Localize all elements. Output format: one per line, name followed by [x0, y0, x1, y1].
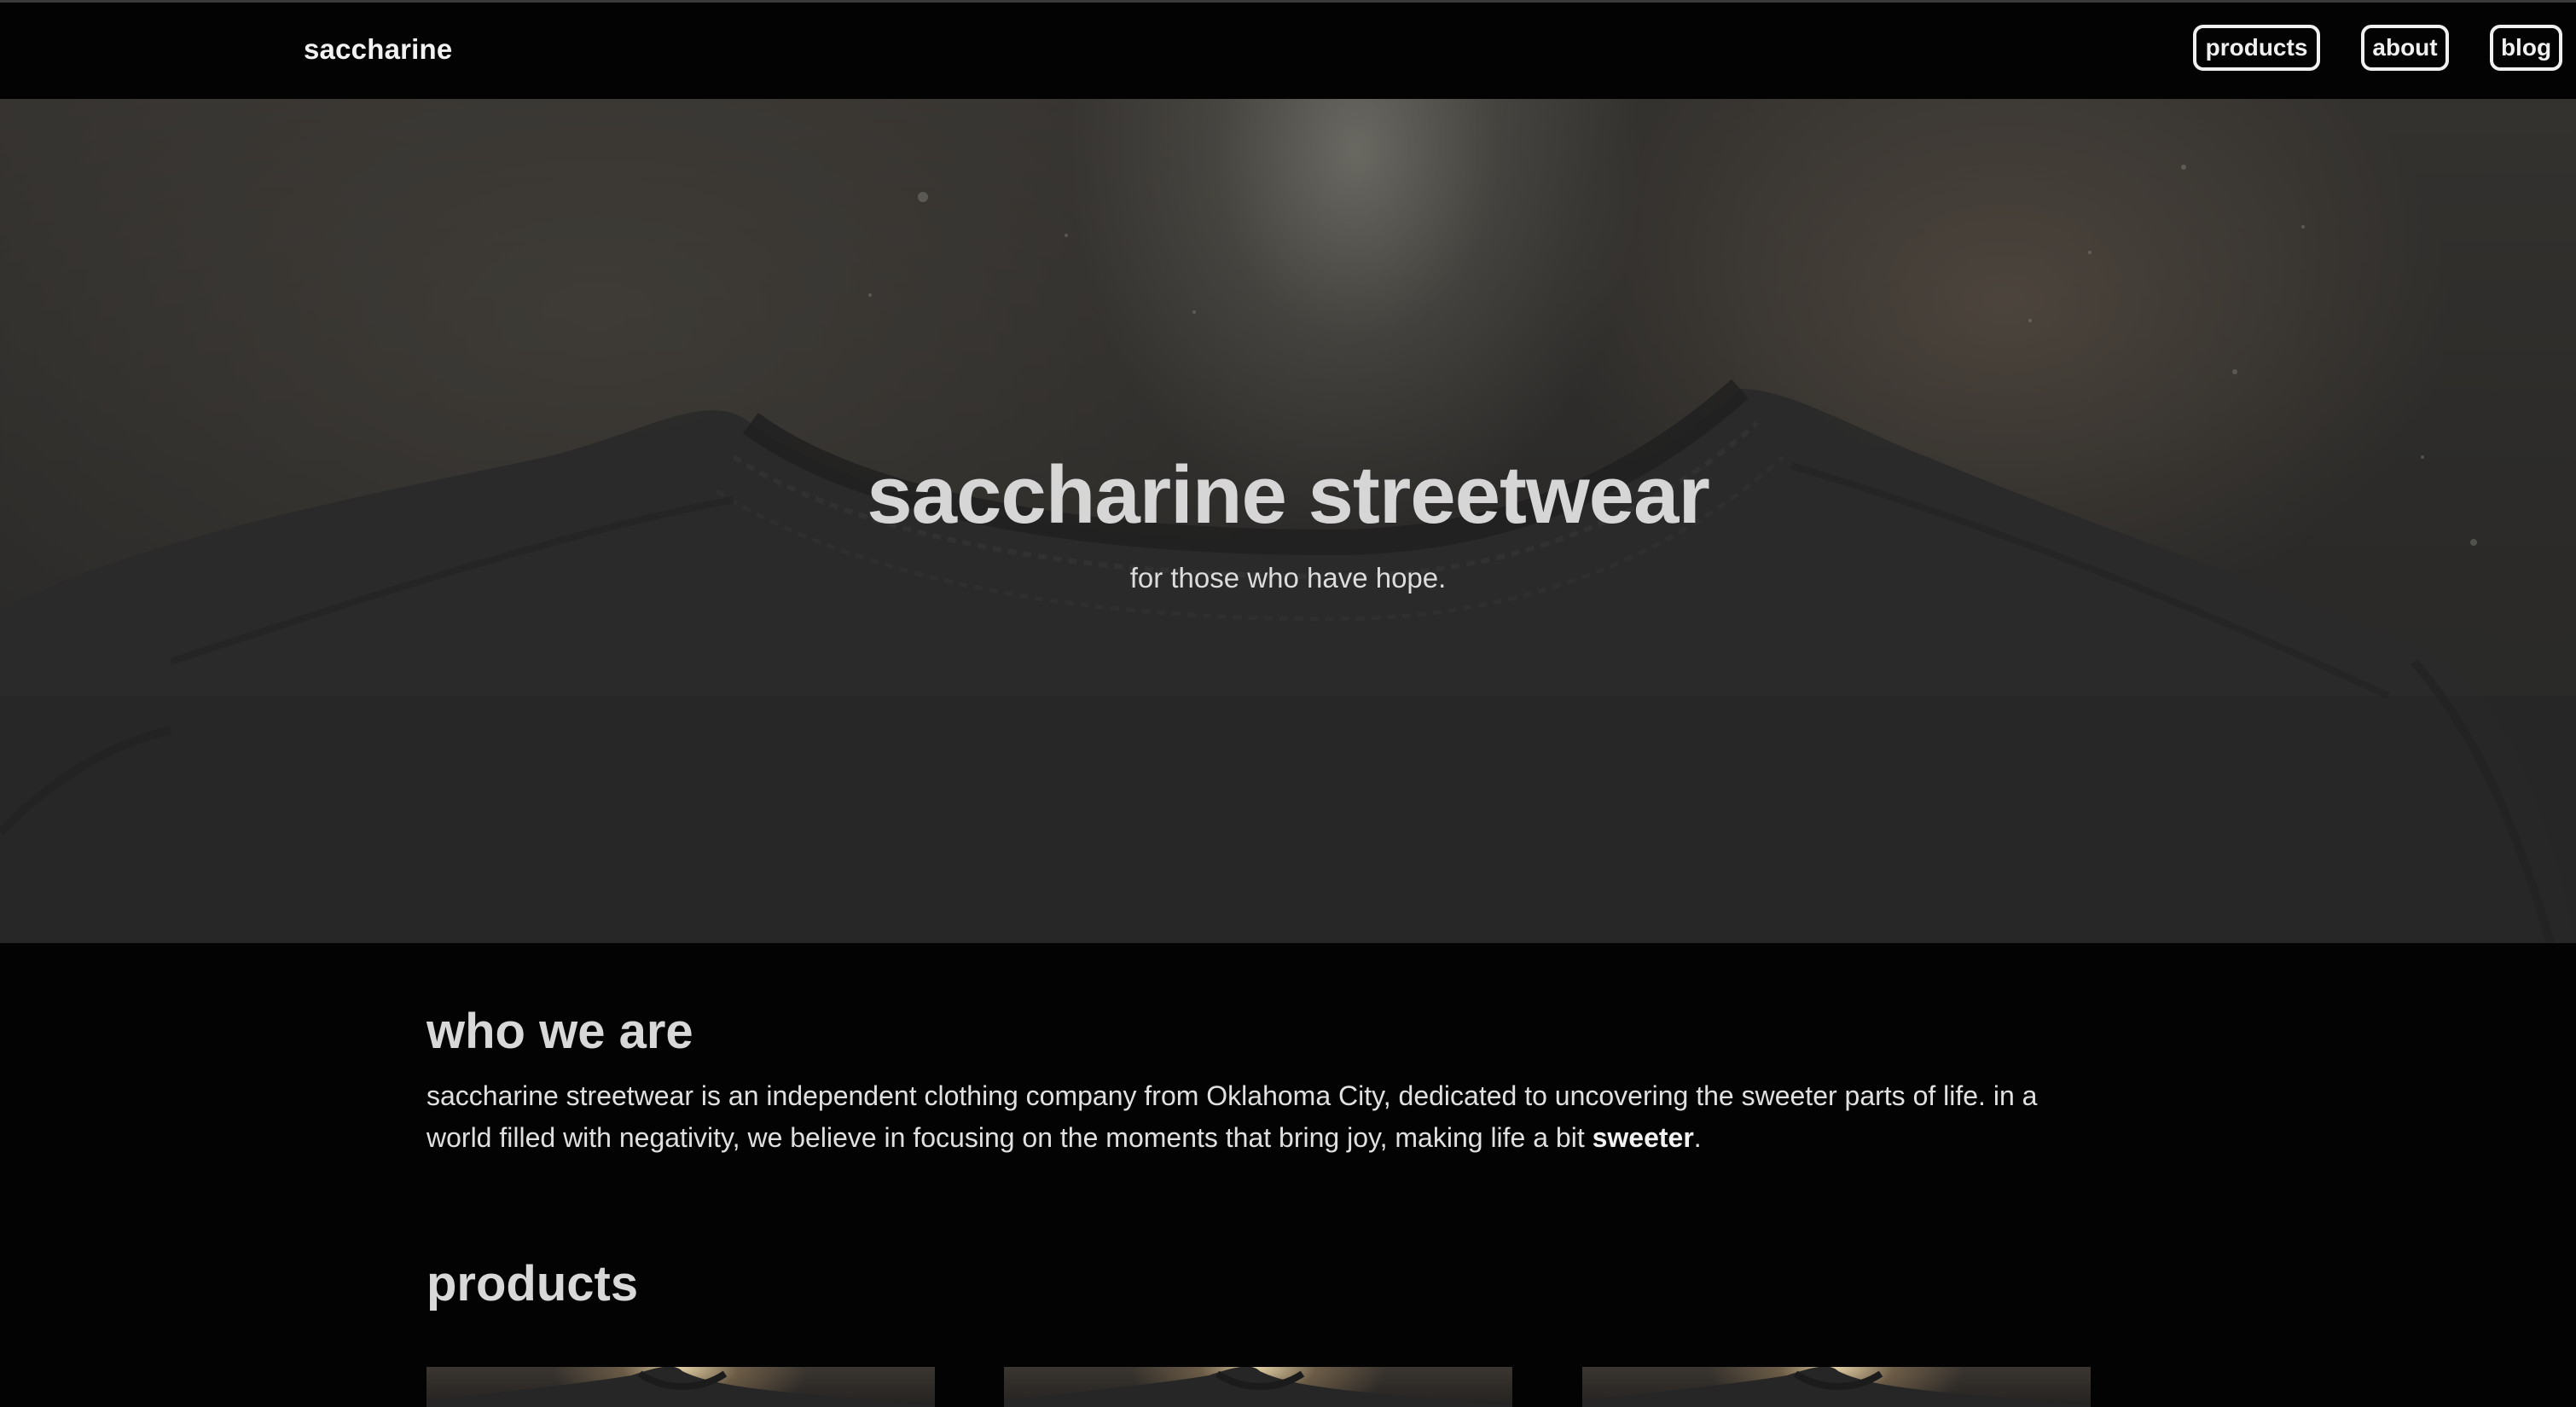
- product-image: [1582, 1367, 2091, 1407]
- products-heading: products: [426, 1256, 639, 1311]
- product-image: [1004, 1367, 1512, 1407]
- product-image: [426, 1367, 935, 1407]
- nav-blog-button[interactable]: blog: [2490, 25, 2562, 71]
- product-card[interactable]: [1004, 1367, 1512, 1407]
- page: saccharine products about blog saccharin…: [0, 0, 2576, 1407]
- about-text-bold: sweeter: [1592, 1122, 1694, 1153]
- nav-products-button[interactable]: products: [2193, 25, 2320, 71]
- about-paragraph: saccharine streetwear is an independent …: [426, 1075, 2098, 1159]
- hero-title: saccharine streetwear: [867, 449, 1710, 541]
- about-text-end: .: [1693, 1122, 1702, 1153]
- about-text: saccharine streetwear is an independent …: [426, 1080, 2038, 1153]
- navbar: saccharine products about blog: [0, 3, 2576, 99]
- main-content: who we are saccharine streetwear is an i…: [0, 943, 2576, 1407]
- brand-logo-link[interactable]: saccharine: [304, 33, 452, 66]
- nav-about-button[interactable]: about: [2361, 25, 2449, 71]
- hero-banner: saccharine streetwear for those who have…: [0, 99, 2576, 943]
- about-heading: who we are: [426, 1004, 693, 1059]
- product-card[interactable]: [1582, 1367, 2091, 1407]
- hero-subtitle: for those who have hope.: [1129, 562, 1447, 593]
- product-card[interactable]: [426, 1367, 935, 1407]
